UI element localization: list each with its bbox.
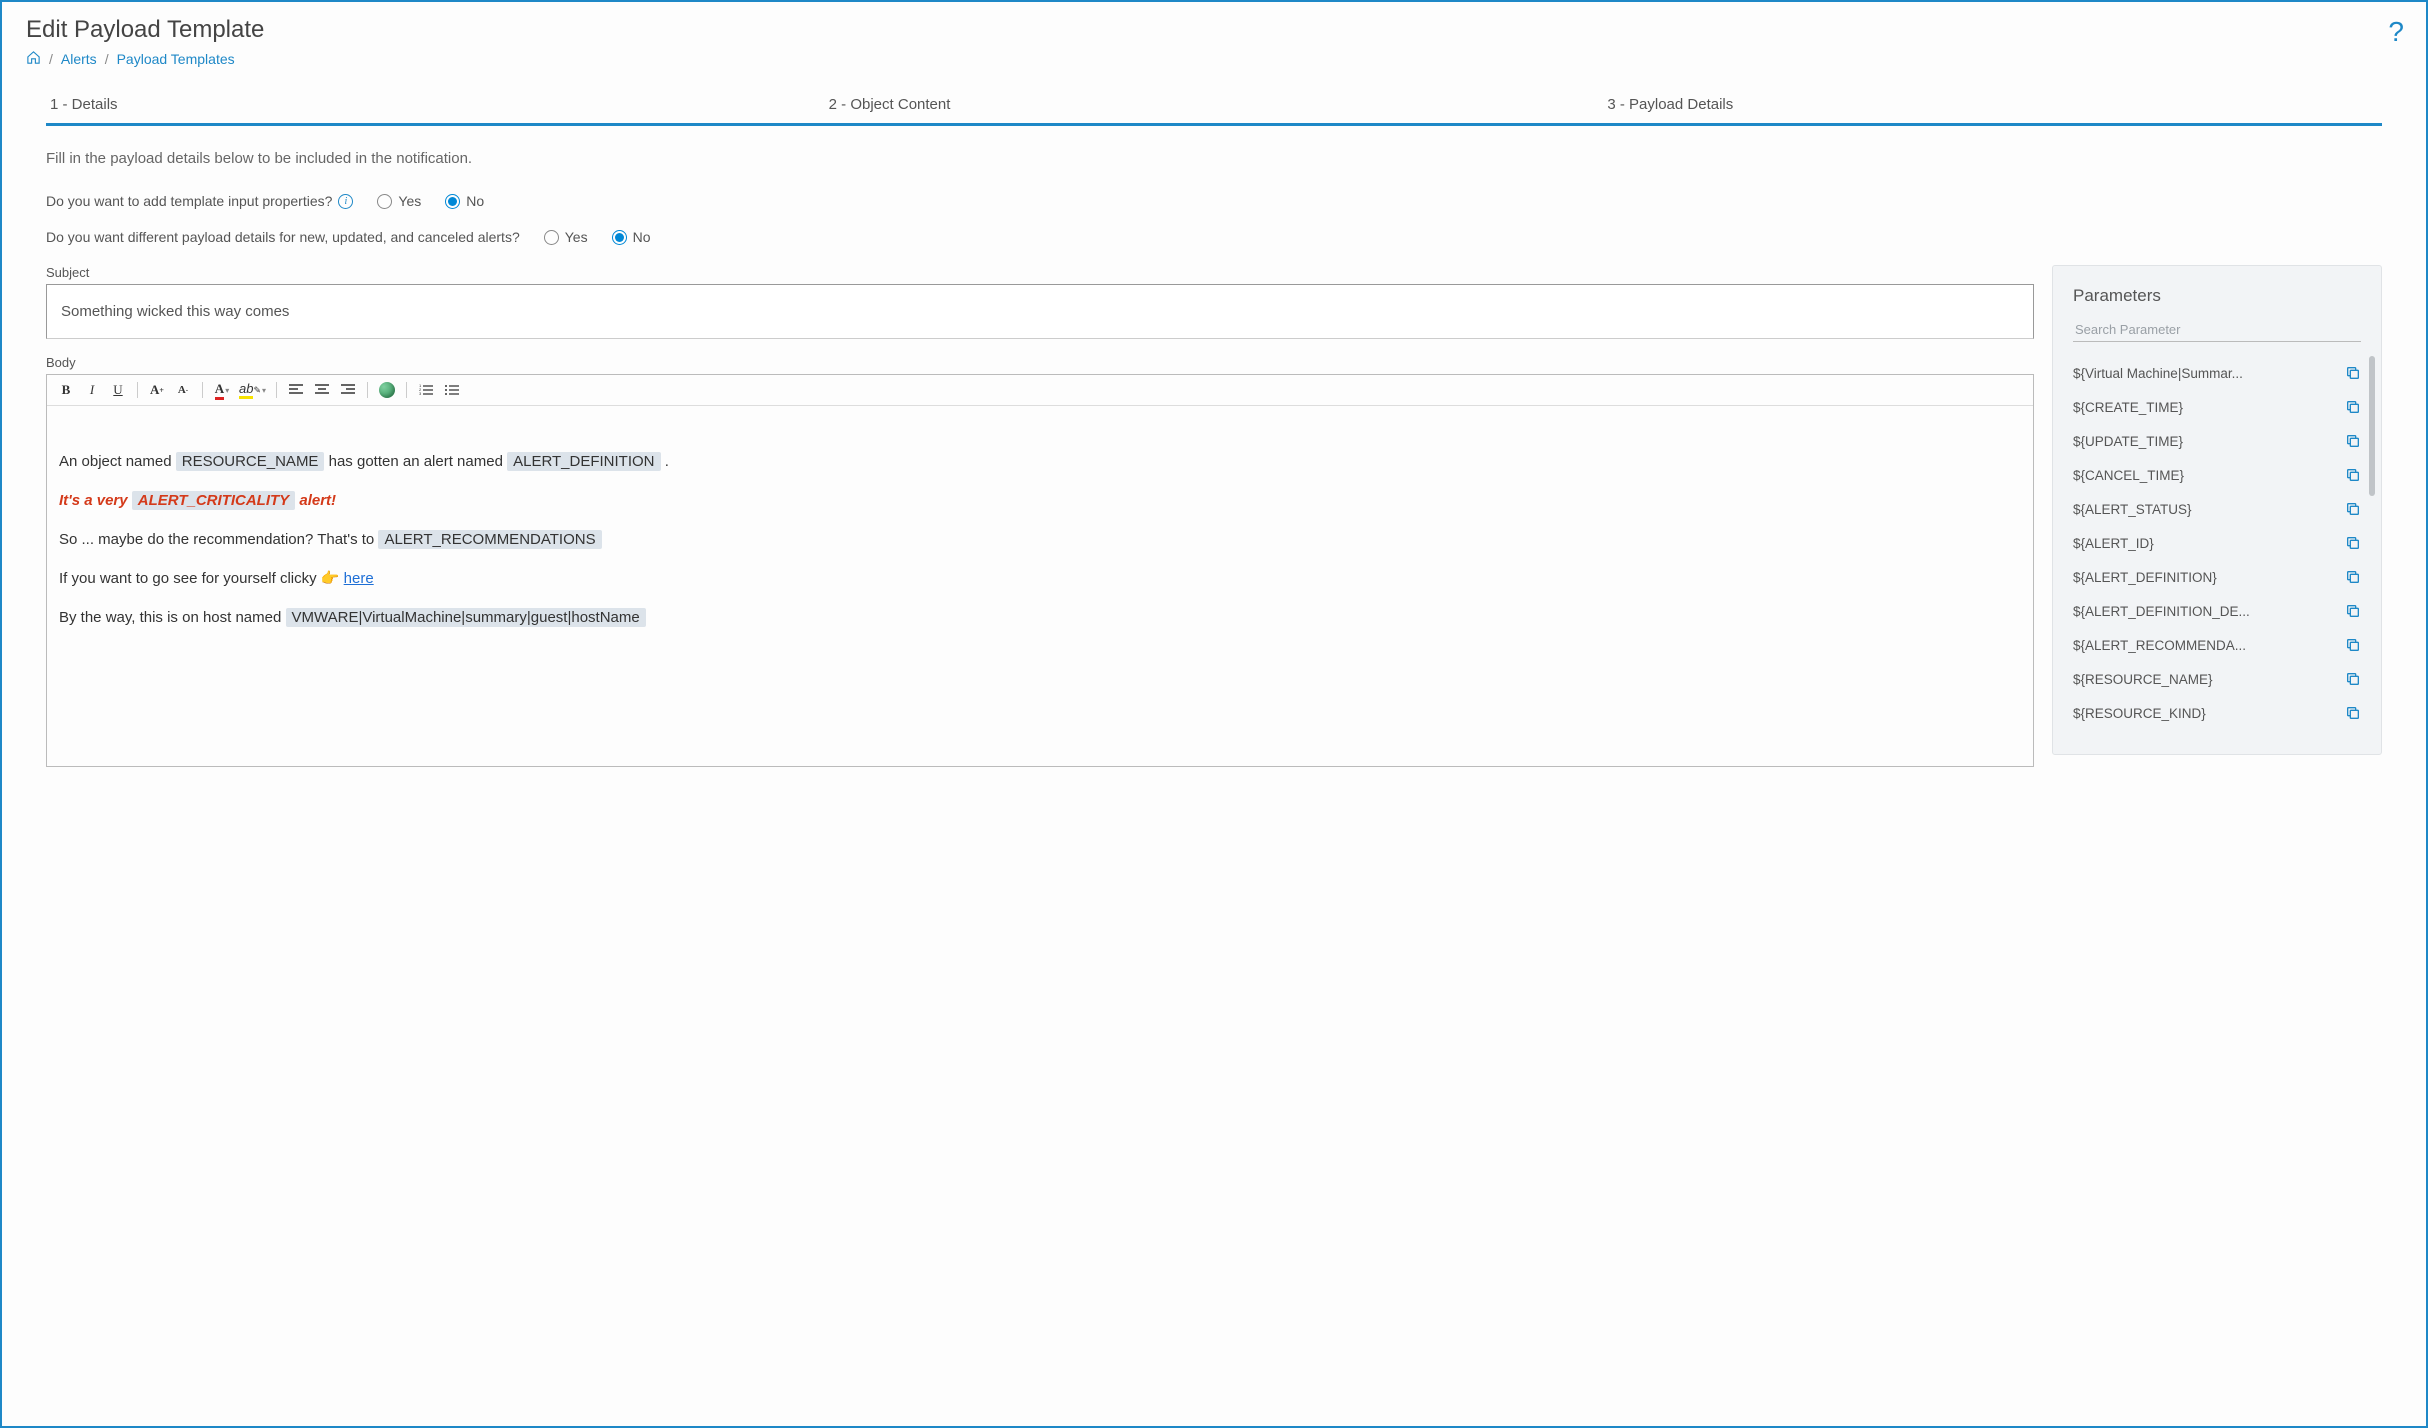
parameter-row: ${ALERT_DEFINITION_DE... (2073, 594, 2361, 628)
copy-icon[interactable] (2345, 399, 2361, 415)
copy-icon[interactable] (2345, 569, 2361, 585)
align-center-button[interactable] (311, 379, 333, 401)
token-alert-definition: ALERT_DEFINITION (507, 452, 660, 471)
body-text: So ... maybe do the recommendation? That… (59, 531, 378, 548)
parameters-title: Parameters (2073, 286, 2361, 306)
copy-icon[interactable] (2345, 433, 2361, 449)
body-text: . (665, 453, 669, 470)
parameters-panel: Parameters ${Virtual Machine|Summar...${… (2052, 265, 2382, 755)
parameter-text: ${UPDATE_TIME} (2073, 434, 2183, 449)
parameter-row: ${CANCEL_TIME} (2073, 458, 2361, 492)
q1-radio-yes[interactable]: Yes (377, 193, 421, 209)
parameters-list: ${Virtual Machine|Summar... ${CREATE_TIME… (2073, 356, 2361, 730)
q2-radio-yes[interactable]: Yes (544, 229, 588, 245)
highlight-button[interactable]: ab✎ ▾ (237, 379, 268, 401)
parameter-text: ${ALERT_DEFINITION} (2073, 570, 2217, 585)
parameter-row: ${Virtual Machine|Summar... (2073, 356, 2361, 390)
underline-button[interactable]: U (107, 379, 129, 401)
question1-label: Do you want to add template input proper… (46, 193, 332, 209)
copy-icon[interactable] (2345, 637, 2361, 653)
parameter-row: ${ALERT_DEFINITION} (2073, 560, 2361, 594)
scrollbar-thumb[interactable] (2369, 356, 2375, 496)
parameter-row: ${ALERT_RECOMMENDA... (2073, 628, 2361, 662)
copy-icon[interactable] (2345, 705, 2361, 721)
ordered-list-button[interactable]: 123 (415, 379, 437, 401)
subject-label: Subject (46, 265, 2034, 280)
rich-text-editor: B I U A+ A- A ▾ ab✎ ▾ (46, 374, 2034, 767)
unordered-list-button[interactable] (441, 379, 463, 401)
body-text: It's a very (59, 492, 132, 509)
instruction-text: Fill in the payload details below to be … (46, 150, 2382, 167)
wizard-step-details[interactable]: 1 - Details (46, 86, 825, 123)
edit-payload-template-dialog: ? Edit Payload Template / Alerts / Paylo… (0, 0, 2428, 1428)
here-link[interactable]: here (344, 570, 374, 587)
breadcrumb-alerts[interactable]: Alerts (61, 51, 97, 67)
copy-icon[interactable] (2345, 501, 2361, 517)
parameter-text: ${ALERT_ID} (2073, 536, 2154, 551)
token-resource-name: RESOURCE_NAME (176, 452, 325, 471)
breadcrumb-sep: / (49, 51, 53, 67)
breadcrumb-payload-templates[interactable]: Payload Templates (117, 51, 235, 67)
font-increase-button[interactable]: A+ (146, 379, 168, 401)
copy-icon[interactable] (2345, 603, 2361, 619)
body-text: If you want to go see for yourself click… (59, 570, 321, 587)
parameter-row: ${ALERT_STATUS} (2073, 492, 2361, 526)
parameter-row: ${RESOURCE_NAME} (2073, 662, 2361, 696)
bold-button[interactable]: B (55, 379, 77, 401)
q2-radio-no[interactable]: No (612, 229, 651, 245)
body-text: has gotten an alert named (329, 453, 507, 470)
subject-input[interactable] (46, 284, 2034, 339)
copy-icon[interactable] (2345, 671, 2361, 687)
editor-toolbar: B I U A+ A- A ▾ ab✎ ▾ (47, 375, 2033, 406)
question-different-payloads: Do you want different payload details fo… (46, 229, 2382, 245)
italic-button[interactable]: I (81, 379, 103, 401)
parameter-row: ${ALERT_ID} (2073, 526, 2361, 560)
q1-radio-no[interactable]: No (445, 193, 484, 209)
token-alert-recommendations: ALERT_RECOMMENDATIONS (378, 530, 601, 549)
wizard-step-payload-details[interactable]: 3 - Payload Details (1603, 86, 2382, 123)
editor-body[interactable]: An object named RESOURCE_NAME has gotten… (47, 406, 2033, 766)
parameter-text: ${ALERT_STATUS} (2073, 502, 2192, 517)
wizard-steps: 1 - Details 2 - Object Content 3 - Paylo… (46, 86, 2382, 126)
body-text: By the way, this is on host named (59, 609, 286, 626)
parameter-row: ${CREATE_TIME} (2073, 390, 2361, 424)
breadcrumb-home-icon[interactable] (26, 50, 41, 68)
svg-text:3: 3 (419, 391, 422, 396)
copy-icon[interactable] (2345, 467, 2361, 483)
parameter-row: ${UPDATE_TIME} (2073, 424, 2361, 458)
parameter-text: ${RESOURCE_KIND} (2073, 706, 2206, 721)
copy-icon[interactable] (2345, 535, 2361, 551)
body-text: alert! (299, 492, 336, 509)
breadcrumb-sep: / (105, 51, 109, 67)
question2-label: Do you want different payload details fo… (46, 229, 520, 245)
body-label: Body (46, 355, 2034, 370)
copy-icon[interactable] (2345, 365, 2361, 381)
page-title: Edit Payload Template (26, 16, 2402, 44)
parameters-search-input[interactable] (2073, 318, 2361, 342)
parameter-text: ${ALERT_DEFINITION_DE... (2073, 604, 2250, 619)
parameter-row: ${RESOURCE_KIND} (2073, 696, 2361, 730)
parameter-text: ${RESOURCE_NAME} (2073, 672, 2213, 687)
parameter-text: ${CANCEL_TIME} (2073, 468, 2184, 483)
font-decrease-button[interactable]: A- (172, 379, 194, 401)
font-color-button[interactable]: A ▾ (211, 379, 233, 401)
wizard-step-object-content[interactable]: 2 - Object Content (825, 86, 1604, 123)
info-icon[interactable]: i (338, 194, 353, 209)
help-icon[interactable]: ? (2388, 16, 2404, 48)
token-alert-criticality: ALERT_CRITICALITY (132, 491, 295, 510)
breadcrumb: / Alerts / Payload Templates (26, 50, 2402, 68)
align-left-button[interactable] (285, 379, 307, 401)
body-text: An object named (59, 453, 176, 470)
parameter-text: ${Virtual Machine|Summar... (2073, 366, 2243, 381)
pointing-hand-icon: 👉 (321, 570, 340, 587)
parameter-text: ${ALERT_RECOMMENDA... (2073, 638, 2246, 653)
token-host-name: VMWARE|VirtualMachine|summary|guest|host… (286, 608, 646, 627)
align-right-button[interactable] (337, 379, 359, 401)
insert-link-button[interactable] (376, 379, 398, 401)
question-input-properties: Do you want to add template input proper… (46, 193, 2382, 209)
parameter-text: ${CREATE_TIME} (2073, 400, 2183, 415)
